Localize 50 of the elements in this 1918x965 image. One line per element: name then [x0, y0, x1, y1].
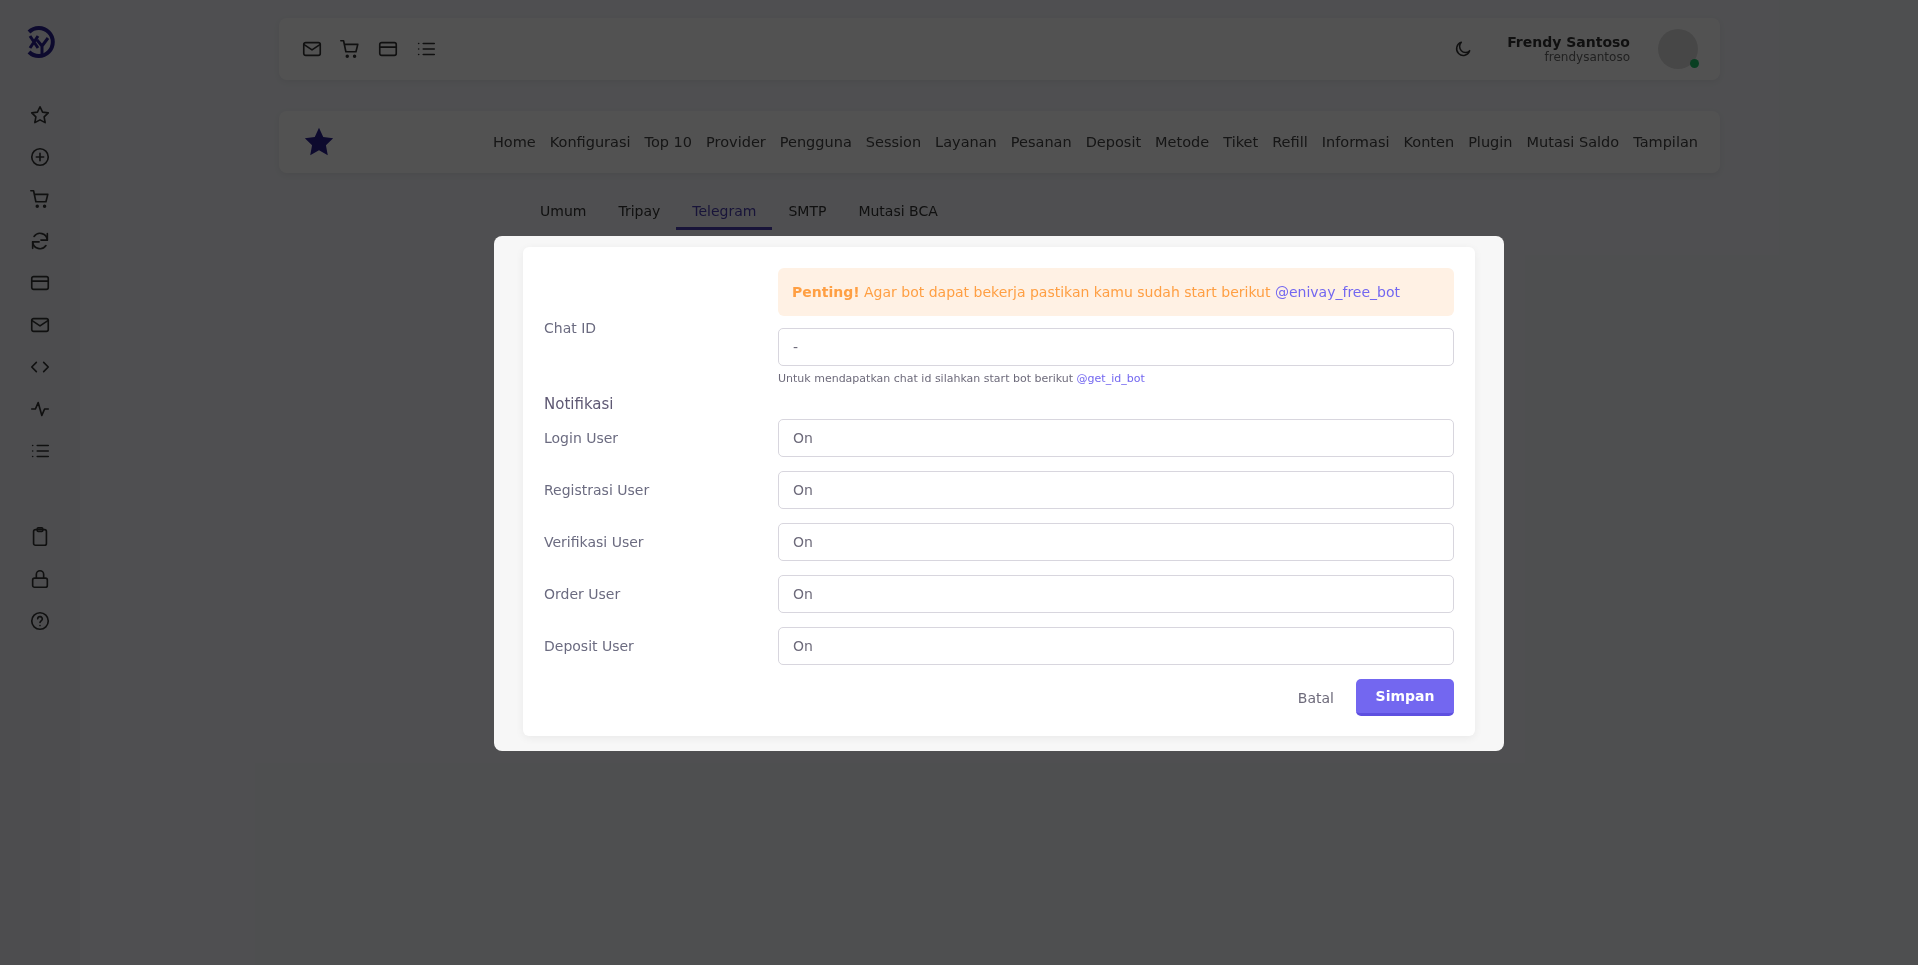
lock-icon[interactable]	[29, 568, 51, 590]
chat-id-field[interactable]: -	[778, 328, 1454, 366]
notification-field[interactable]: On	[778, 471, 1454, 509]
nav-link[interactable]: Provider	[706, 134, 766, 150]
field-label: Login User	[544, 430, 620, 446]
avatar[interactable]	[1658, 29, 1698, 69]
bot-link[interactable]: @enivay_free_bot	[1274, 284, 1400, 300]
nav-link[interactable]: Pesanan	[1010, 134, 1072, 150]
settings-tab[interactable]: Telegram	[676, 195, 773, 230]
nav-link[interactable]: Konten	[1403, 134, 1455, 150]
cancel-button[interactable]: Batal	[1297, 681, 1334, 714]
help-text: Untuk mendapatkan chat id silahkan start bot berikut @get_id_bot	[778, 372, 1146, 385]
settings-tab[interactable]: Mutasi BCA	[842, 195, 954, 230]
help-icon[interactable]	[29, 610, 51, 632]
nav-link[interactable]: Layanan	[935, 134, 997, 150]
user-name: Frendy Santoso	[1507, 34, 1630, 50]
field-label: Deposit User	[544, 638, 635, 654]
cart-icon[interactable]	[339, 38, 361, 60]
nav-link[interactable]: Top 10	[644, 134, 693, 150]
nav-link[interactable]: Session	[865, 134, 922, 150]
section-title: Notifikasi	[544, 395, 615, 413]
field-label: Verifikasi User	[544, 534, 645, 550]
nav-link[interactable]: Mutasi Saldo	[1526, 134, 1620, 150]
notification-field[interactable]: On	[778, 575, 1454, 613]
settings-tab[interactable]: Umum	[524, 195, 603, 230]
nav-link[interactable]: Plugin	[1468, 134, 1513, 150]
notification-field[interactable]: On	[778, 419, 1454, 457]
save-button[interactable]: Simpan	[1356, 679, 1454, 716]
field-label: Chat ID	[544, 320, 598, 336]
settings-tab[interactable]: SMTP	[772, 195, 843, 230]
nav-link[interactable]: Refill	[1272, 134, 1308, 150]
refresh-icon[interactable]	[29, 230, 51, 252]
bot-link[interactable]: @get_id_bot	[1076, 372, 1145, 385]
field-label: Order User	[544, 586, 622, 602]
star-icon[interactable]	[29, 104, 51, 126]
plus-circle-icon[interactable]	[29, 146, 51, 168]
nav-link[interactable]: Deposit	[1085, 134, 1142, 150]
field-label: Registrasi User	[544, 482, 651, 498]
nav-link[interactable]: Informasi	[1321, 134, 1390, 150]
notification-field[interactable]: On	[778, 627, 1454, 665]
nav-link[interactable]: Pengguna	[779, 134, 852, 150]
cart-icon[interactable]	[29, 188, 51, 210]
alert-message: Penting! Agar bot dapat bekerja pastikan kamu sudah start berikut @enivay_free_bot	[778, 268, 1454, 316]
nav-link[interactable]: Tampilan	[1633, 134, 1698, 150]
settings-tab[interactable]: Tripay	[602, 195, 677, 230]
nav-link[interactable]: Konfigurasi	[549, 134, 631, 150]
nav-link[interactable]: Tiket	[1223, 134, 1259, 150]
notification-field[interactable]: On	[778, 523, 1454, 561]
nav-link[interactable]: Home	[492, 134, 536, 150]
nav-link[interactable]: Metode	[1155, 134, 1210, 150]
